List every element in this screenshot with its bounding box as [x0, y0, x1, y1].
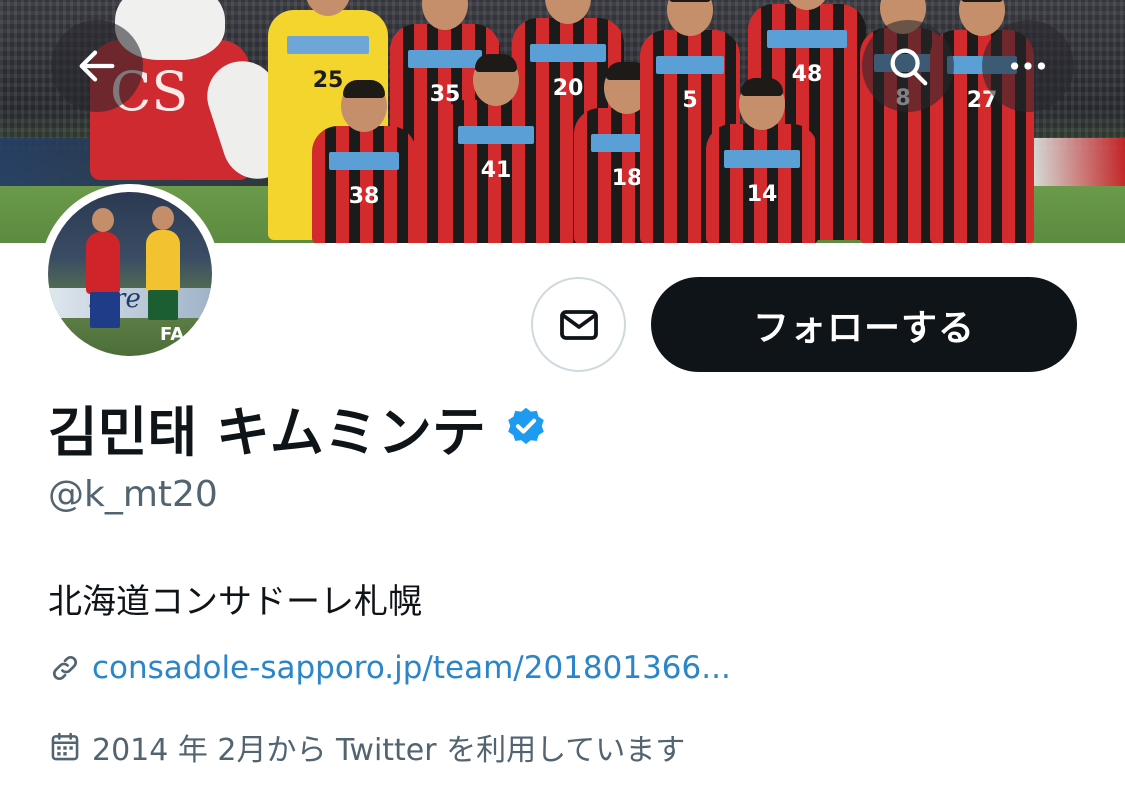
player-sponsor	[457, 126, 535, 144]
link-icon	[52, 655, 78, 681]
back-button[interactable]	[51, 20, 143, 112]
joined-date: 2014 年 2月から Twitter を利用しています	[92, 733, 686, 768]
calendar-icon	[51, 732, 79, 761]
player-sponsor	[328, 152, 400, 170]
profile-page: CS 25 35 20 48 38 41 18 5 14 27 FA フォローす…	[0, 0, 1125, 794]
search-icon	[890, 48, 928, 86]
avatar-player-yellow	[146, 230, 180, 292]
arrow-left-icon	[79, 50, 115, 82]
display-name: 김민태 キムミンテ	[48, 400, 486, 464]
more-button[interactable]	[982, 20, 1074, 112]
banner-player: 38	[312, 80, 416, 243]
player-sponsor	[529, 44, 607, 62]
joined-row: 2014 年 2月から Twitter を利用しています	[48, 725, 685, 769]
player-number: 14	[746, 182, 778, 207]
banner-player: 41	[440, 54, 552, 243]
player-head	[667, 0, 713, 36]
more-dots-icon	[1010, 62, 1046, 70]
player-sponsor	[287, 36, 369, 54]
player-head	[305, 0, 351, 16]
player-number: 38	[348, 184, 380, 209]
verified-badge-icon[interactable]	[504, 405, 548, 449]
player-number: 41	[480, 158, 512, 183]
avatar-corner-text: FA	[160, 324, 185, 345]
avatar[interactable]: hire FA	[40, 184, 220, 364]
player-sponsor	[766, 30, 848, 48]
follow-button[interactable]: フォローする	[651, 277, 1077, 372]
avatar-image: hire FA	[48, 192, 212, 356]
player-head	[784, 0, 830, 10]
avatar-player-head	[92, 208, 114, 232]
search-button[interactable]	[862, 20, 954, 112]
display-name-row: 김민태 キムミンテ	[48, 392, 548, 464]
website-link[interactable]: consadole-sapporo.jp/team/201801366...	[92, 650, 731, 686]
player-head	[341, 80, 387, 132]
user-handle: @k_mt20	[48, 474, 218, 515]
player-sponsor	[723, 150, 801, 168]
avatar-player-yellow-shorts	[148, 290, 178, 320]
banner-player: 14	[706, 78, 818, 243]
player-sponsor	[407, 50, 483, 68]
website-row: consadole-sapporo.jp/team/201801366...	[48, 650, 731, 686]
avatar-player-red-shorts	[90, 292, 120, 328]
player-head	[739, 78, 785, 130]
avatar-player-head	[152, 206, 174, 230]
player-sponsor	[656, 56, 724, 74]
message-button[interactable]	[531, 277, 626, 372]
player-head	[545, 0, 591, 24]
profile-bio: 北海道コンサドーレ札幌	[48, 582, 422, 622]
player-head	[422, 0, 468, 30]
mail-icon	[559, 309, 598, 340]
avatar-player-red	[86, 232, 120, 294]
player-number: 5	[682, 88, 698, 113]
player-head	[473, 54, 519, 106]
